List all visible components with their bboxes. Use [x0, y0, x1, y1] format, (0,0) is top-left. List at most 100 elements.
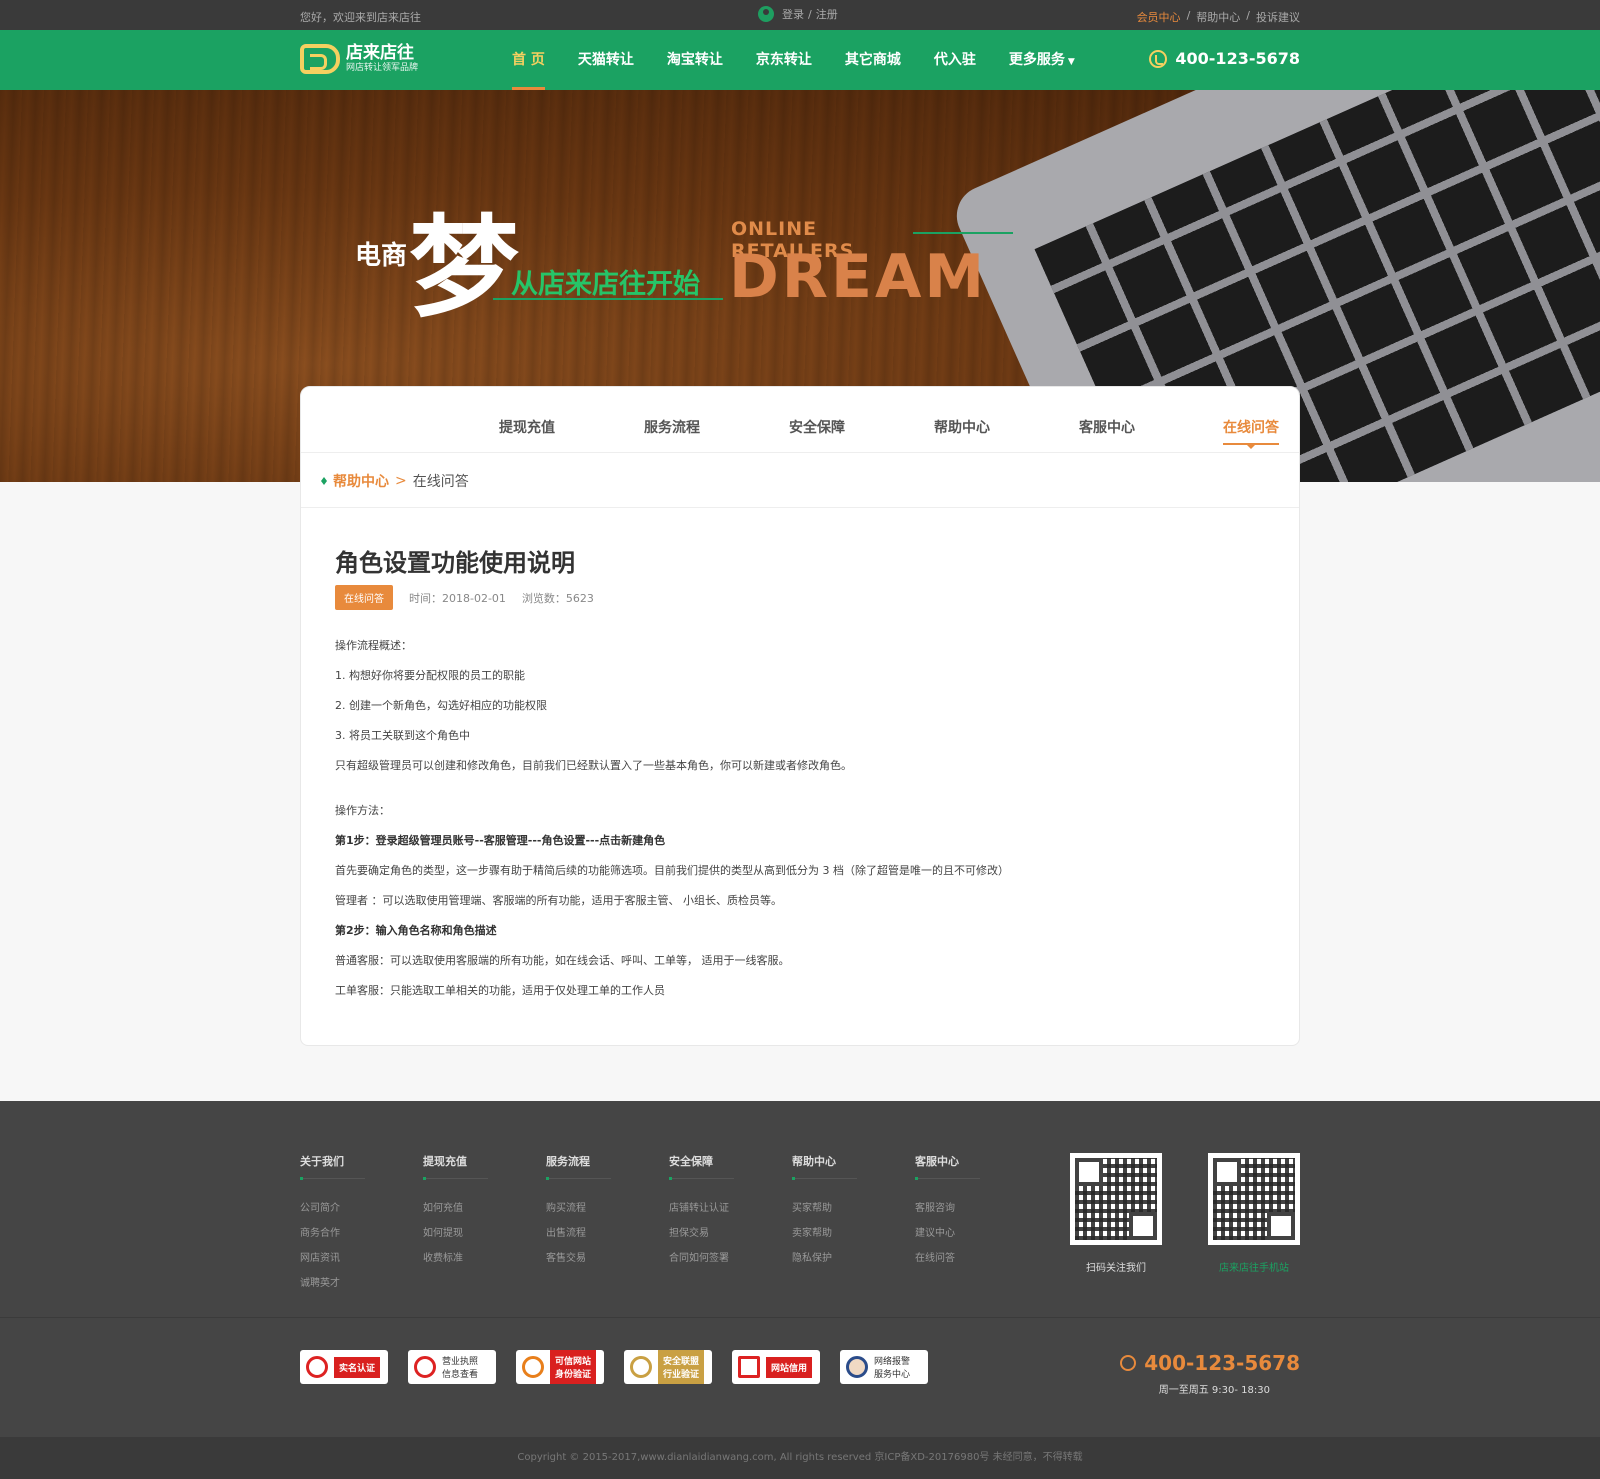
top-bar: 您好，欢迎来到店来店往 登录 / 注册 会员中心 / 帮助中心 / 投诉建议 — [0, 0, 1600, 30]
breadcrumb: 帮助中心 > 在线问答 — [321, 471, 469, 491]
banner-cn: 从店来店往开始 — [511, 269, 700, 300]
footer-link[interactable]: 网店资讯 — [300, 1249, 423, 1274]
tab-service-process[interactable]: 服务流程 — [644, 417, 700, 437]
paragraph: 2. 创建一个新角色，勾选好相应的功能权限 — [335, 699, 547, 712]
footer-phone: 400-123-5678 周一至周五 9:30- 18:30 — [1120, 1351, 1300, 1396]
badge-label: 营业执照 信息查看 — [442, 1357, 479, 1380]
qr-code-icon — [1208, 1153, 1300, 1245]
footer-link[interactable]: 收费标准 — [423, 1249, 546, 1274]
nav-other-mall[interactable]: 其它商城 — [845, 30, 901, 90]
tab-help-center[interactable]: 帮助中心 — [934, 417, 990, 437]
nav-more-services[interactable]: 更多服务 ▼ — [1009, 30, 1075, 90]
nav-tmall-transfer[interactable]: 天猫转让 — [578, 30, 634, 90]
badge-site-credit[interactable]: 网站信用 — [732, 1350, 820, 1384]
banner-divider — [493, 298, 723, 300]
paragraph: 管理者 ：可以选取使用管理端、客服端的所有功能，适用于客服主管、 小组长、质检员… — [335, 894, 782, 907]
badge-trusted-site[interactable]: 可信网站 身份验证 — [516, 1350, 604, 1384]
footer-link[interactable]: 合同如何签署 — [669, 1249, 792, 1274]
divider — [546, 1177, 611, 1180]
footer-link[interactable]: 出售流程 — [546, 1224, 669, 1249]
qr-caption: 扫码关注我们 — [1086, 1263, 1146, 1274]
police-icon — [846, 1356, 868, 1378]
login-link[interactable]: 登录 — [782, 6, 804, 22]
header-phone-number: 400-123-5678 — [1175, 49, 1300, 68]
help-center-link[interactable]: 帮助中心 — [1196, 9, 1240, 25]
footer-link[interactable]: 公司简介 — [300, 1199, 423, 1224]
footer-column-title: 客服中心 — [915, 1155, 959, 1168]
nav-jd-transfer[interactable]: 京东转让 — [756, 30, 812, 90]
badge-security-alliance[interactable]: 安全联盟 行业验证 — [624, 1350, 712, 1384]
breadcrumb-separator: > — [395, 473, 407, 489]
auth-separator: / — [808, 7, 812, 21]
tab-customer-service[interactable]: 客服中心 — [1079, 417, 1135, 437]
paragraph: 首先要确定角色的类型，这一步骤有助于精简后续的功能筛选项。目前我们提供的类型从高… — [335, 864, 1009, 877]
footer-link[interactable]: 如何提现 — [423, 1224, 546, 1249]
qr-wechat: 扫码关注我们 — [1070, 1153, 1162, 1274]
divider — [300, 1177, 365, 1180]
divider — [792, 1177, 857, 1180]
logo-icon — [300, 44, 340, 74]
footer-column-service: 客服中心 客服咨询 建议中心 在线问答 — [915, 1153, 1038, 1299]
nav-home[interactable]: 首 页 — [512, 30, 545, 90]
nav-more-label: 更多服务 — [1008, 52, 1065, 68]
paragraph: 只有超级管理员可以创建和修改角色，目前我们已经默认置入了一些基本角色，你可以新建… — [335, 759, 852, 772]
footer-phone-row: 400-123-5678 — [1120, 1351, 1300, 1375]
footer-link[interactable]: 卖家帮助 — [792, 1224, 915, 1249]
footer-columns: 关于我们 公司简介 商务合作 网店资讯 诚聘英才 提现充值 如何充值 如何提现 … — [300, 1153, 1038, 1299]
badge-license[interactable]: 营业执照 信息查看 — [408, 1350, 496, 1384]
site-logo[interactable]: 店来店往 网店转让领军品牌 — [300, 44, 418, 74]
diamond-icon — [321, 477, 327, 485]
badge-label: 实名认证 — [334, 1356, 381, 1378]
complaint-link[interactable]: 投诉建议 — [1256, 9, 1300, 25]
footer-link[interactable]: 诚聘英才 — [300, 1274, 423, 1299]
badge-label: 可信网站 身份验证 — [550, 1350, 597, 1384]
credit-stamp-icon — [738, 1356, 760, 1378]
tab-online-qa[interactable]: 在线问答 — [1223, 417, 1279, 449]
footer-link[interactable]: 买家帮助 — [792, 1199, 915, 1224]
seal-icon — [306, 1356, 328, 1378]
badge-label: 安全联盟 行业验证 — [658, 1350, 705, 1384]
trust-badges: 实名认证 营业执照 信息查看 可信网站 身份验证 安全联盟 行业验证 网站信用 … — [300, 1350, 928, 1384]
banner-meng: 梦 — [409, 203, 519, 332]
paragraph: 普通客服：可以选取使用客服端的所有功能，如在线会话、呼叫、工单等， 适用于一线客… — [335, 954, 790, 967]
divider — [301, 507, 1299, 508]
breadcrumb-parent[interactable]: 帮助中心 — [333, 471, 389, 491]
footer-column-about: 关于我们 公司简介 商务合作 网店资讯 诚聘英才 — [300, 1153, 423, 1299]
qr-caption[interactable]: 店来店往手机站 — [1208, 1259, 1300, 1274]
breadcrumb-current: 在线问答 — [412, 474, 469, 490]
member-center-link[interactable]: 会员中心 — [1137, 9, 1181, 25]
footer-link[interactable]: 商务合作 — [300, 1224, 423, 1249]
paragraph: 工单客服：只能选取工单相关的功能，适用于仅处理工单的工作人员 — [335, 984, 665, 997]
register-link[interactable]: 注册 — [816, 6, 838, 22]
footer-link[interactable]: 如何充值 — [423, 1199, 546, 1224]
footer-link[interactable]: 购买流程 — [546, 1199, 669, 1224]
paragraph: 操作方法： — [335, 804, 390, 817]
step-heading: 第1步：登录超级管理员账号--客服管理---角色设置---点击新建角色 — [335, 834, 666, 847]
footer-link[interactable]: 建议中心 — [915, 1224, 1038, 1249]
footer-link[interactable]: 担保交易 — [669, 1224, 792, 1249]
tab-security[interactable]: 安全保障 — [789, 417, 845, 437]
divider — [915, 1177, 980, 1180]
footer-link[interactable]: 店铺转让认证 — [669, 1199, 792, 1224]
tab-withdraw-recharge[interactable]: 提现充值 — [499, 417, 555, 437]
article-views: 浏览数：5623 — [521, 591, 594, 605]
main-nav: 首 页 天猫转让 淘宝转让 京东转让 其它商城 代入驻 更多服务 ▼ — [512, 30, 1108, 90]
qr-codes: 扫码关注我们 店来店往手机站 — [1070, 1153, 1300, 1274]
phone-icon — [1149, 49, 1168, 68]
badge-realname[interactable]: 实名认证 — [300, 1350, 388, 1384]
category-tag[interactable]: 在线问答 — [335, 585, 393, 610]
sub-nav: 提现充值 服务流程 安全保障 帮助中心 客服中心 在线问答 — [301, 387, 1299, 453]
footer-link[interactable]: 客服咨询 — [915, 1199, 1038, 1224]
badge-police[interactable]: 网络报警 服务中心 — [840, 1350, 928, 1384]
nav-settle-in[interactable]: 代入驻 — [934, 30, 976, 90]
footer-link[interactable]: 隐私保护 — [792, 1249, 915, 1274]
article-body: 操作流程概述： 1. 构想好你将要分配权限的员工的职能 2. 创建一个新角色，勾… — [335, 639, 1265, 1014]
footer-column-process: 服务流程 购买流程 出售流程 客售交易 — [546, 1153, 669, 1299]
footer-link[interactable]: 客售交易 — [546, 1249, 669, 1274]
nav-taobao-transfer[interactable]: 淘宝转让 — [667, 30, 723, 90]
footer-column-help: 帮助中心 买家帮助 卖家帮助 隐私保护 — [792, 1153, 915, 1299]
footer-link[interactable]: 在线问答 — [915, 1249, 1038, 1274]
paragraph: 3. 将员工关联到这个角色中 — [335, 729, 470, 742]
top-links-separator: / — [1186, 9, 1191, 22]
service-hours: 周一至周五 9:30- 18:30 — [1158, 1385, 1270, 1396]
